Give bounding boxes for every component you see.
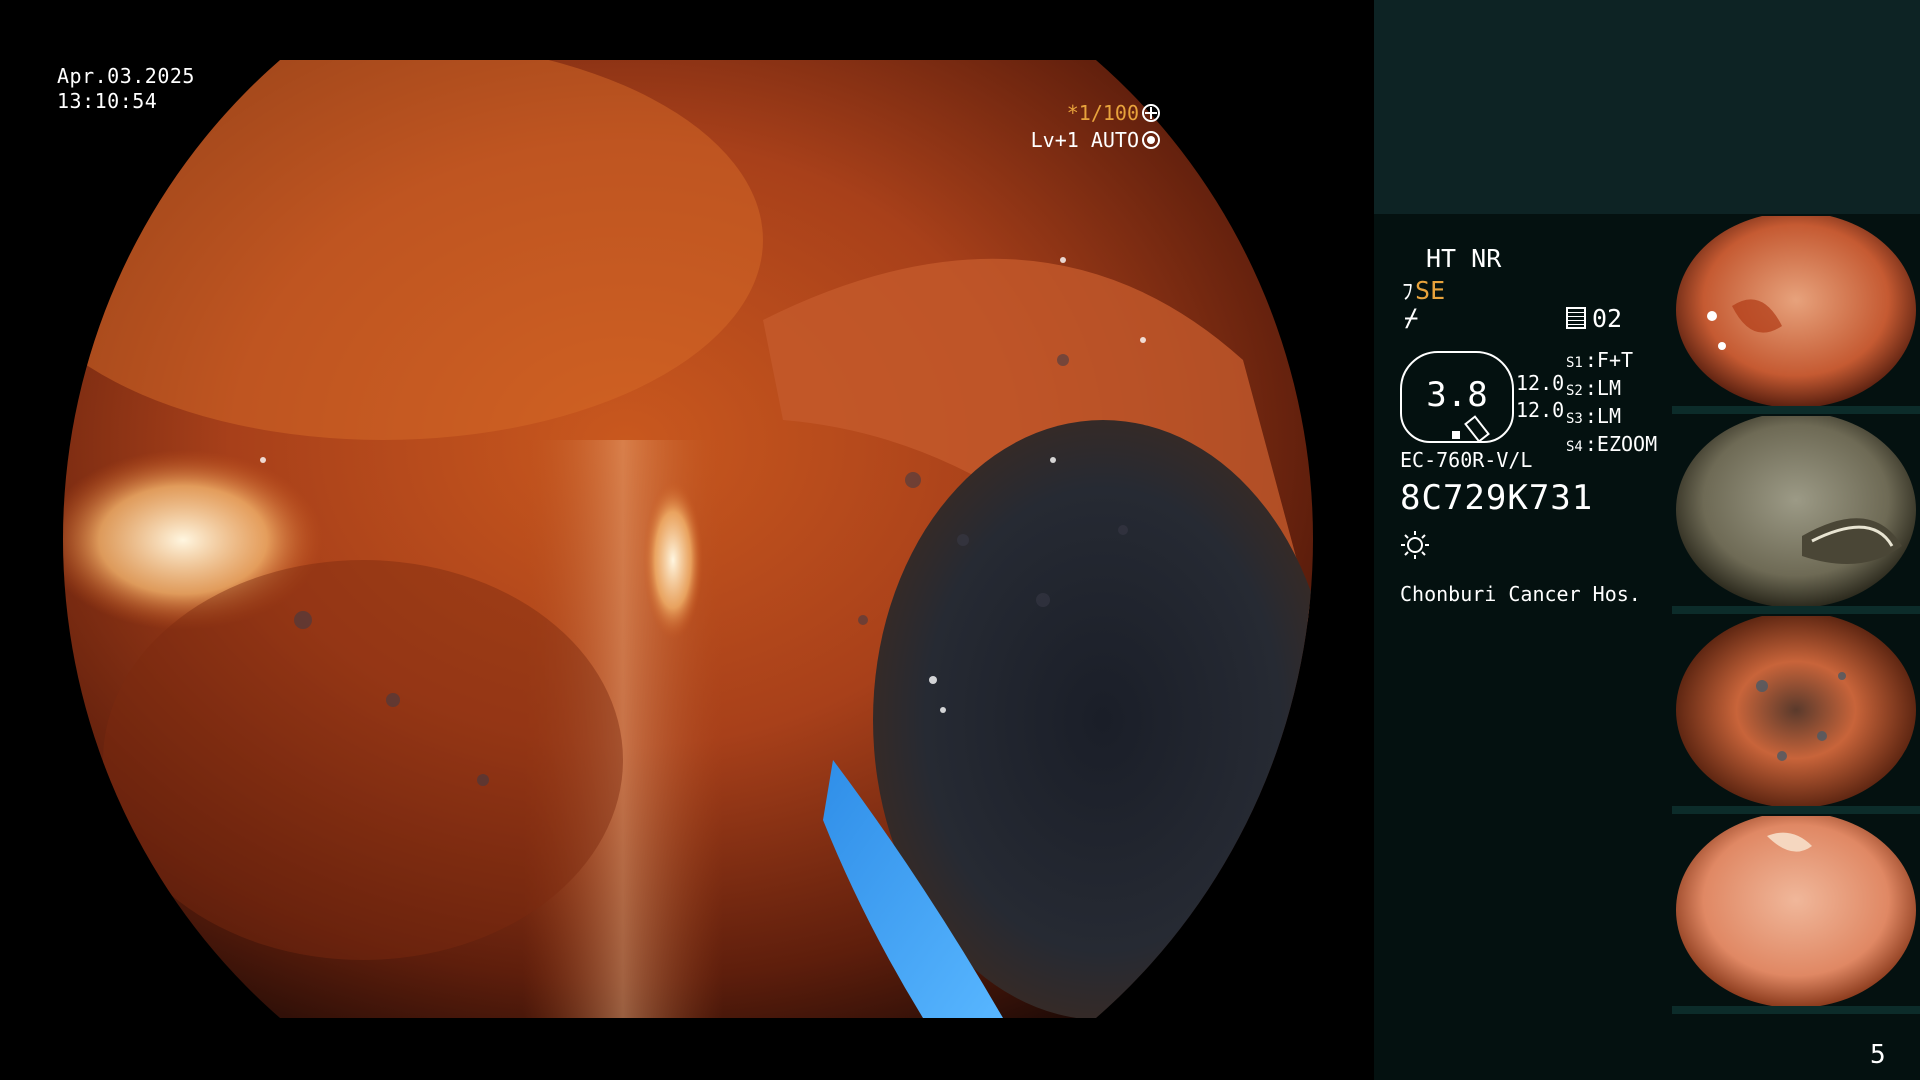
level-values: 12.0 12.0 (1516, 370, 1564, 424)
shutter-icon (1142, 103, 1160, 122)
slot-value: F+T (1596, 348, 1634, 372)
memory-value: 02 (1592, 304, 1623, 333)
shutter-speed: *1/100 (1066, 101, 1139, 125)
memory-icon (1566, 307, 1586, 329)
panel-top (1374, 0, 1920, 214)
thumbnail-4[interactable] (1672, 816, 1920, 1014)
slot-value: LM (1596, 404, 1621, 428)
mode-line-3: ⌿ (1404, 304, 1419, 332)
date-text: Apr.03.2025 (57, 64, 195, 88)
slot-key: S4 (1566, 439, 1583, 455)
thumbnail-image (1672, 216, 1920, 414)
endoscope-view (63, 60, 1313, 1018)
thumbnail-3[interactable] (1672, 616, 1920, 814)
slot-key: S1 (1566, 355, 1583, 371)
mode-se: SE (1415, 276, 1446, 305)
level-2: 12.0 (1516, 398, 1565, 422)
level-1: 12.0 (1516, 371, 1565, 395)
page-number: 5 (1870, 1040, 1886, 1070)
thumbnail-image (1672, 616, 1920, 814)
brightness-icon (1401, 531, 1429, 559)
slot-key: S3 (1566, 411, 1583, 427)
thumbnail-1[interactable] (1672, 216, 1920, 414)
slot-item: S1:F+T (1566, 348, 1634, 372)
light-level: Lv+1 AUTO (1030, 128, 1139, 152)
slot-item: S3:LM (1566, 404, 1621, 428)
hospital-name: Chonburi Cancer Hos. (1400, 582, 1641, 606)
auto-light-icon (1142, 130, 1160, 149)
slot-key: S2 (1566, 383, 1583, 399)
mode-prefix: ﾌ (1402, 280, 1414, 305)
thumbnail-2[interactable] (1672, 416, 1920, 614)
mode-line-1: HT NR (1426, 244, 1502, 273)
slot-value: EZOOM (1596, 432, 1658, 456)
exposure-info: *1/100 Lv+1 AUTO (1031, 100, 1160, 154)
slot-item: S2:LM (1566, 376, 1621, 400)
scope-model: EC-760R-V/L (1400, 448, 1533, 472)
time-text: 13:10:54 (57, 89, 158, 113)
scope-serial: 8C729K731 (1400, 478, 1594, 518)
zoom-mark (1452, 431, 1460, 439)
zoom-value: 3.8 (1426, 375, 1488, 415)
zoom-indicator: 3.8 (1400, 351, 1514, 443)
slot-item: S4:EZOOM (1566, 432, 1658, 456)
slot-list: S1:F+T S2:LM S3:LM S4:EZOOM (1566, 348, 1657, 460)
datetime: Apr.03.2025 13:10:54 (57, 64, 195, 114)
mode-line-2: ﾌSE (1402, 274, 1445, 306)
slot-value: LM (1596, 376, 1621, 400)
endoscope-image (63, 60, 1313, 1018)
thumbnail-image (1672, 816, 1920, 1014)
thumbnail-image (1672, 416, 1920, 614)
zoom-lever-icon (1464, 415, 1490, 443)
memory-indicator: 02 (1566, 304, 1622, 333)
